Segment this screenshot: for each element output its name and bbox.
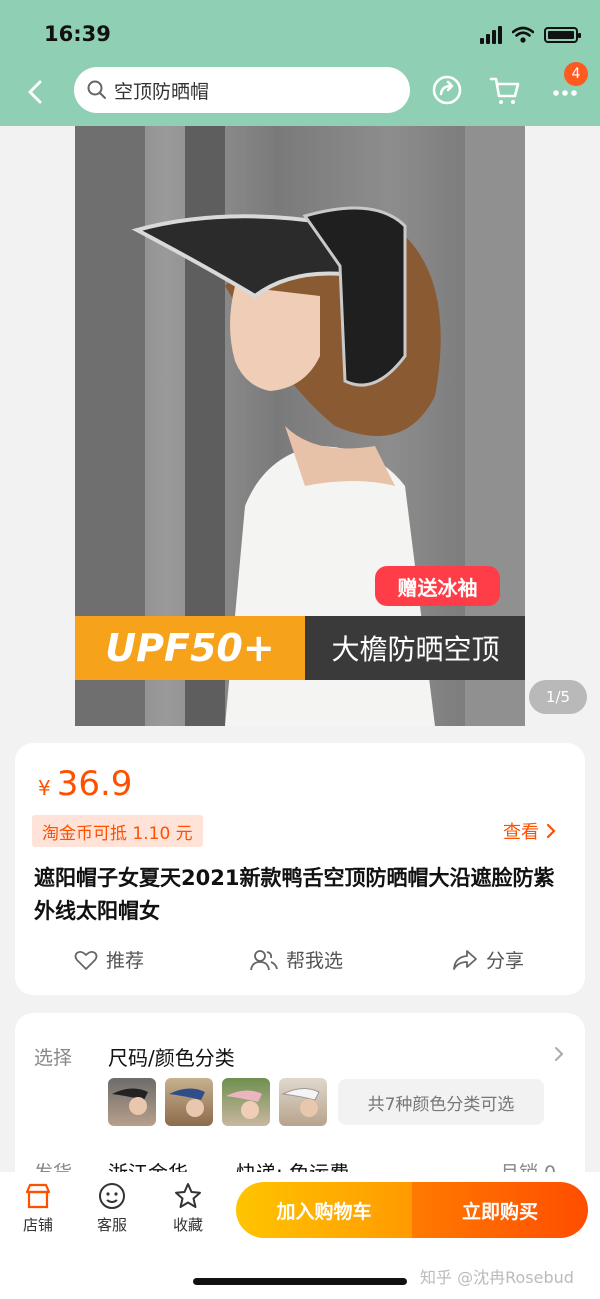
view-label: 查看 — [503, 822, 539, 843]
select-label: 选择 — [34, 1047, 73, 1069]
promo-badge: 赠送冰袖 — [375, 566, 500, 606]
color-thumbnail[interactable] — [165, 1078, 213, 1126]
buy-now-button[interactable]: 立即购买 — [412, 1182, 588, 1238]
price: ¥36.9 — [38, 764, 132, 804]
status-icons — [480, 26, 581, 44]
image-counter: 1/5 — [529, 680, 587, 714]
help-choose-button[interactable]: 帮我选 — [250, 946, 343, 973]
chevron-right-icon — [546, 823, 556, 839]
shop-icon — [25, 1183, 51, 1209]
watermark: 知乎 @沈冉Rosebud — [420, 1268, 574, 1287]
help-choose-label: 帮我选 — [286, 950, 344, 972]
cart-icon[interactable] — [488, 73, 522, 107]
people-icon — [250, 949, 278, 970]
share-circle-icon[interactable] — [430, 73, 464, 107]
star-icon — [175, 1183, 201, 1208]
chevron-right-icon[interactable] — [553, 1046, 565, 1062]
share-button[interactable]: 分享 — [452, 946, 524, 973]
search-query: 空顶防晒帽 — [114, 80, 210, 103]
recommend-label: 推荐 — [106, 950, 145, 972]
upf-label: UPF50+ — [75, 616, 305, 680]
recommend-button[interactable]: 推荐 — [74, 946, 144, 973]
product-image[interactable]: 赠送冰袖 UPF50+ 大檐防晒空顶 — [75, 126, 525, 726]
color-thumbnail[interactable] — [222, 1078, 270, 1126]
signal-icon — [480, 26, 502, 44]
shop-button[interactable]: 店铺 — [8, 1182, 68, 1235]
status-time: 16:39 — [44, 22, 111, 46]
coin-discount-tag: 淘金币可抵 1.10 元 — [32, 815, 203, 847]
shop-label: 店铺 — [22, 1216, 53, 1234]
color-count-button[interactable]: 共7种颜色分类可选 — [338, 1079, 544, 1125]
color-thumbnail[interactable] — [108, 1078, 156, 1126]
select-value[interactable]: 尺码/颜色分类 — [108, 1042, 235, 1071]
search-icon — [87, 80, 106, 99]
home-indicator[interactable] — [193, 1278, 407, 1285]
currency-symbol: ¥ — [38, 776, 51, 800]
service-button[interactable]: 客服 — [82, 1182, 142, 1235]
favorite-button[interactable]: 收藏 — [158, 1182, 218, 1235]
upf-banner: UPF50+ 大檐防晒空顶 — [75, 616, 525, 680]
favorite-label: 收藏 — [172, 1216, 203, 1234]
share-icon — [453, 949, 477, 970]
service-label: 客服 — [96, 1216, 127, 1234]
upf-banner-text: 大檐防晒空顶 — [331, 633, 500, 666]
color-thumbnail[interactable] — [279, 1078, 327, 1126]
cart-count-badge: 4 — [564, 62, 588, 86]
service-icon — [99, 1183, 125, 1209]
search-input[interactable]: 空顶防晒帽 — [74, 67, 410, 113]
battery-icon — [544, 27, 581, 43]
top-header: 16:39 空顶防晒帽 4 — [0, 0, 600, 126]
heart-icon — [74, 950, 98, 970]
add-to-cart-button[interactable]: 加入购物车 — [236, 1182, 412, 1238]
product-title: 遮阳帽子女夏天2021新款鸭舌空顶防晒帽大沿遮脸防紫外线太阳帽女 — [34, 866, 555, 923]
view-button[interactable]: 查看 — [503, 818, 557, 844]
price-value: 36.9 — [56, 764, 133, 804]
back-icon[interactable] — [20, 76, 52, 108]
share-label: 分享 — [486, 950, 525, 972]
promo-badge-text: 赠送冰袖 — [397, 575, 478, 600]
wifi-icon — [512, 26, 534, 43]
